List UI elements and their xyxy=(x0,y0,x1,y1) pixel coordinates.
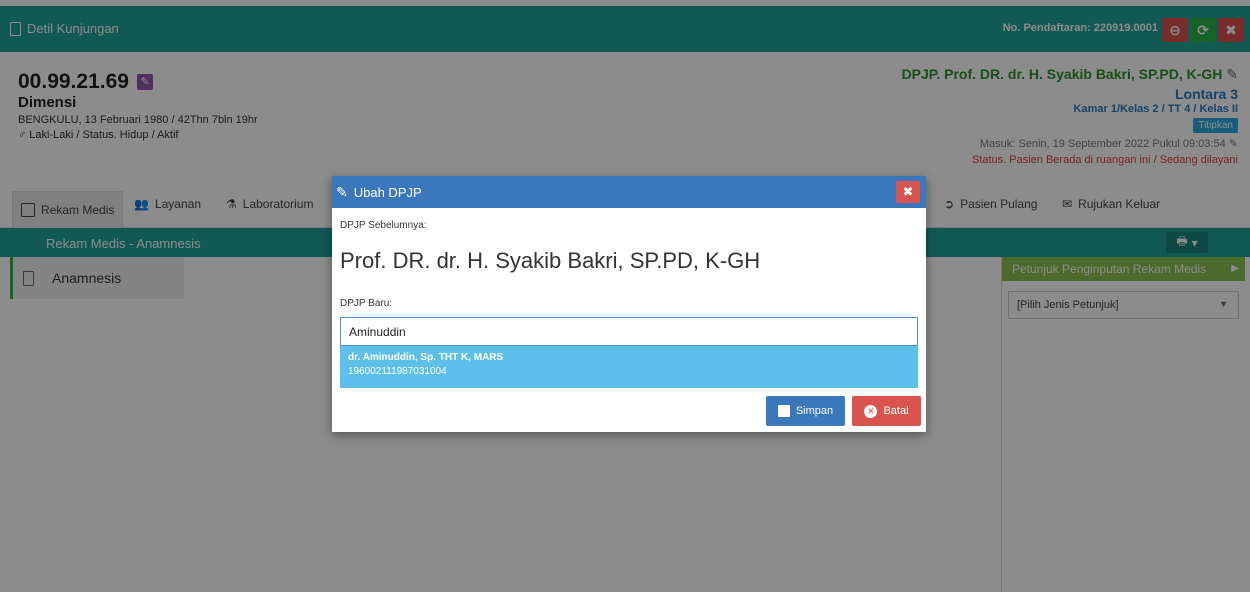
save-button-label: Simpan xyxy=(795,405,834,417)
modal-title: Ubah DPJP xyxy=(353,184,422,200)
cancel-button[interactable]: ✕ Batal xyxy=(852,396,921,426)
autocomplete-suggestion[interactable]: dr. Aminuddin, Sp. THT K, MARS 196002111… xyxy=(340,346,918,388)
close-icon: ✖ xyxy=(902,184,914,199)
new-dpjp-label: DPJP Baru: xyxy=(340,298,393,309)
modal-header: ✎ Ubah DPJP ✖ xyxy=(332,176,926,208)
previous-dpjp-label: DPJP Sebelumnya: xyxy=(340,220,427,231)
edit-icon: ✎ xyxy=(336,183,348,200)
previous-dpjp-value: Prof. DR. dr. H. Syakib Bakri, SP.PD, K-… xyxy=(340,248,761,273)
cancel-icon: ✕ xyxy=(864,404,878,418)
suggestion-nip: 196002111987031004 xyxy=(348,366,447,377)
modal-close-button[interactable]: ✖ xyxy=(896,181,920,203)
save-button[interactable]: Simpan xyxy=(766,396,845,426)
new-dpjp-input[interactable] xyxy=(340,317,918,346)
suggestion-name: dr. Aminuddin, Sp. THT K, MARS xyxy=(348,352,504,363)
ubah-dpjp-modal: ✎ Ubah DPJP ✖ DPJP Sebelumnya: Prof. DR.… xyxy=(332,176,926,432)
save-icon xyxy=(777,405,790,417)
cancel-button-label: Batal xyxy=(883,405,909,417)
